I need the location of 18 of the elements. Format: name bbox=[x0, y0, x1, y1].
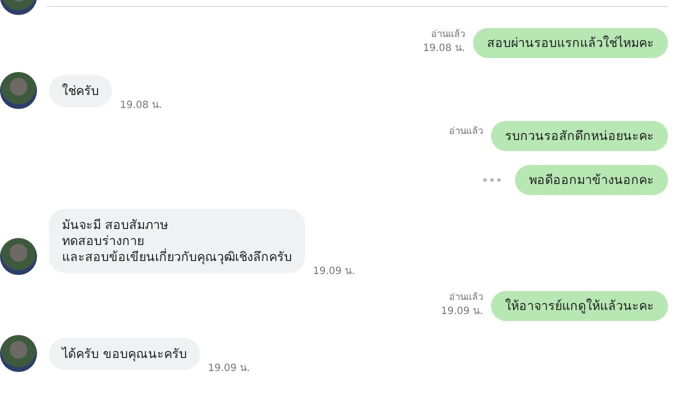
message-bubble: รบกวนรอสักดึกหน่อยนะคะ bbox=[491, 121, 668, 151]
message-bubble: สอบผ่านรอบแรกแล้วใช่ไหมคะ bbox=[473, 28, 668, 58]
avatar-photo[interactable] bbox=[0, 72, 37, 109]
read-receipt: อ่านแล้ว bbox=[449, 125, 483, 139]
message-bubble: พอดีออกมาข้างนอกคะ bbox=[515, 165, 668, 195]
message-bubble: ใช่ครับ bbox=[49, 75, 112, 107]
message-time: 19.09 น. bbox=[441, 305, 483, 319]
avatar-photo[interactable] bbox=[0, 238, 37, 275]
message-time: 19.08 น. bbox=[120, 99, 162, 113]
message-time: 19.08 น. bbox=[423, 42, 465, 56]
message-bubble: ให้อาจารย์แกดูให้แล้วนะคะ bbox=[491, 291, 668, 321]
read-receipt: อ่านแล้ว bbox=[431, 28, 465, 42]
avatar-photo[interactable] bbox=[0, 335, 37, 372]
message-bubble: มันจะมี สอบสัมภาษ ทดสอบร่างกาย และสอบข้อเขียนเกี่ยวกับคุณวุฒิเชิงลึกครับ bbox=[49, 209, 305, 273]
message-time: 19.09 น. bbox=[313, 265, 355, 279]
message-bubble: ได้ครับ ขอบคุณนะครับ bbox=[49, 338, 200, 370]
message-time: 19.09 น. bbox=[208, 362, 250, 376]
read-receipt: อ่านแล้ว bbox=[449, 291, 483, 305]
